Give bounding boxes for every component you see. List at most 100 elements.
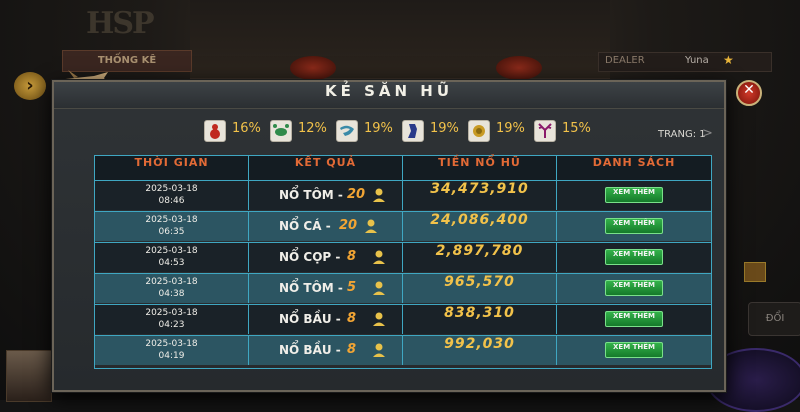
column-header-time: THỜI GIAN (95, 156, 249, 180)
jackpot-amount: 838,310 (403, 305, 557, 334)
jackpot-amount: 34,473,910 (403, 181, 557, 210)
stat-percent: 19% (430, 121, 459, 136)
jackpot-amount: 965,570 (403, 274, 557, 303)
tiger-icon (402, 120, 424, 142)
user-icon (373, 250, 385, 264)
shrimp-icon (336, 120, 358, 142)
close-button[interactable]: ✕ (736, 80, 762, 106)
chip-decoration (496, 56, 542, 80)
result-label: NỔ CỌP - (279, 250, 341, 264)
view-more-button[interactable]: XEM THÊM (605, 187, 663, 203)
next-page-button[interactable]: > (702, 126, 713, 141)
result-count: 5 (347, 280, 357, 295)
jackpot-amount: 2,897,780 (403, 243, 557, 272)
list-cell: XEM THÊM (557, 181, 711, 210)
date-text: 2025-03-18 (145, 339, 198, 349)
fish-icon (468, 120, 490, 142)
gift-icon[interactable] (744, 262, 766, 282)
time-text: 04:19 (158, 351, 185, 361)
date-text: 2025-03-18 (145, 246, 198, 256)
result-label: NỔ TÔM - (279, 188, 343, 202)
date-text: 2025-03-18 (145, 184, 198, 194)
time-cell: 2025-03-18 04:53 (95, 243, 249, 272)
time-cell: 2025-03-18 08:46 (95, 181, 249, 210)
result-count: 8 (347, 311, 357, 326)
list-cell: XEM THÊM (557, 336, 711, 365)
time-text: 08:46 (158, 196, 185, 206)
crab-icon (270, 120, 292, 142)
chip-decoration (290, 56, 336, 80)
result-label: NỔ TÔM - (279, 281, 343, 295)
result-label: NỔ BẦU - (279, 343, 341, 357)
result-cell: NỔ BẦU - 8 (249, 305, 403, 334)
user-icon (373, 343, 385, 357)
page-indicator: TRANG: 1 (658, 129, 706, 140)
change-button[interactable]: ĐỔI (748, 302, 800, 336)
time-cell: 2025-03-18 04:38 (95, 274, 249, 303)
jackpot-hunter-modal: KẺ SĂN HŨ ✕ 16% 12% 19% 19% 19% 15% TRAN… (52, 80, 762, 392)
time-cell: 2025-03-18 06:35 (95, 212, 249, 241)
stat-percent: 19% (364, 121, 393, 136)
list-cell: XEM THÊM (557, 212, 711, 241)
result-count: 20 (347, 187, 366, 202)
result-count: 8 (347, 342, 357, 357)
dealer-panel: DEALER Yuna ★ (598, 52, 772, 72)
stat-percent: 19% (496, 121, 525, 136)
result-cell: NỔ TÔM - 5 (249, 274, 403, 303)
column-header-result: KẾT QUẢ (249, 156, 403, 180)
user-icon (373, 188, 385, 202)
view-more-button[interactable]: XEM THÊM (605, 280, 663, 296)
game-table-background (190, 0, 610, 79)
column-header-jackpot: TIỀN NỔ HŨ (403, 156, 557, 180)
table-row: 2025-03-18 04:19 NỔ BẦU - 8 992,030 XEM THÊM (95, 335, 711, 365)
table-row: 2025-03-18 04:38 NỔ TÔM - 5 965,570 XEM THÊM (95, 273, 711, 303)
user-icon (373, 281, 385, 295)
modal-title: KẺ SĂN HŨ (324, 82, 453, 100)
table-header: THỜI GIAN KẾT QUẢ TIỀN NỔ HŨ DANH SÁCH (95, 156, 711, 180)
view-more-button[interactable]: XEM THÊM (605, 342, 663, 358)
table-row: 2025-03-18 04:23 NỔ BẦU - 8 838,310 XEM THÊM (95, 304, 711, 334)
date-text: 2025-03-18 (145, 277, 198, 287)
star-icon[interactable]: ★ (723, 53, 734, 67)
result-cell: NỔ BẦU - 8 (249, 336, 403, 365)
stat-percent: 12% (298, 121, 327, 136)
time-text: 04:38 (158, 289, 185, 299)
time-cell: 2025-03-18 04:19 (95, 336, 249, 365)
result-count: 20 (339, 218, 358, 233)
table-row: 2025-03-18 08:46 NỔ TÔM - 20 34,473,910 XEM T… (95, 180, 711, 210)
list-cell: XEM THÊM (557, 274, 711, 303)
chevron-right-icon[interactable]: › (14, 72, 46, 100)
user-icon (373, 312, 385, 326)
view-more-button[interactable]: XEM THÊM (605, 311, 663, 327)
dealer-label: DEALER (605, 55, 645, 66)
jackpot-amount: 992,030 (403, 336, 557, 365)
player-avatar[interactable] (6, 350, 52, 402)
user-icon (365, 219, 377, 233)
result-label: NỔ CÁ - (279, 219, 331, 233)
result-count: 8 (347, 249, 357, 264)
time-text: 06:35 (158, 227, 185, 237)
list-cell: XEM THÊM (557, 305, 711, 334)
stat-percent: 16% (232, 121, 261, 136)
result-cell: NỔ CÁ - 20 (249, 212, 403, 241)
date-text: 2025-03-18 (145, 308, 198, 318)
jackpot-history-table: THỜI GIAN KẾT QUẢ TIỀN NỔ HŨ DANH SÁCH 2… (94, 155, 712, 369)
table-row: 2025-03-18 06:35 NỔ CÁ - 20 24,086,400 XEM TH… (95, 211, 711, 241)
date-text: 2025-03-18 (145, 215, 198, 225)
jackpot-amount: 24,086,400 (403, 212, 557, 241)
table-row: 2025-03-18 04:53 NỔ CỌP - 8 2,897,780 XEM THÊ… (95, 242, 711, 272)
result-cell: NỔ CỌP - 8 (249, 243, 403, 272)
game-logo: HSP (86, 6, 155, 41)
column-header-list: DANH SÁCH (592, 156, 676, 169)
stat-percent: 15% (562, 121, 591, 136)
rooster-icon (534, 120, 556, 142)
time-text: 04:23 (158, 320, 185, 330)
view-more-button[interactable]: XEM THÊM (605, 218, 663, 234)
modal-header: KẺ SĂN HŨ (54, 82, 724, 109)
result-label: NỔ BẦU - (279, 312, 341, 326)
result-cell: NỔ TÔM - 20 (249, 181, 403, 210)
view-more-button[interactable]: XEM THÊM (605, 249, 663, 265)
list-cell: XEM THÊM (557, 243, 711, 272)
dealer-name: Yuna (685, 55, 709, 66)
time-text: 04:53 (158, 258, 185, 268)
